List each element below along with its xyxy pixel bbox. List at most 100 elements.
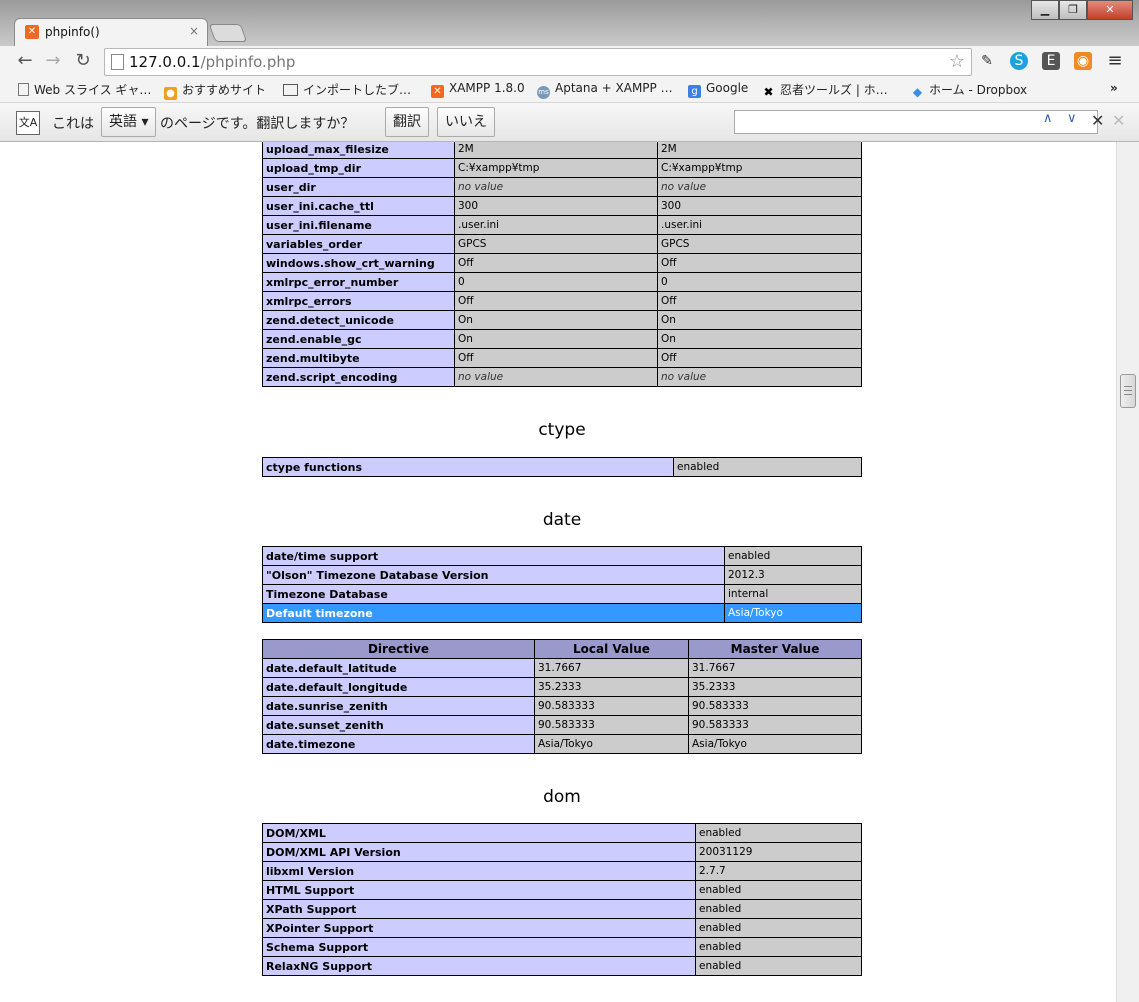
master-value: 0: [657, 272, 862, 292]
date-directives-table: Directive Local Value Master Value date.…: [262, 639, 862, 754]
title-bar: ✕ phpinfo() × ▁ ❐ ✕: [0, 0, 1139, 47]
master-value: .user.ini: [657, 215, 862, 235]
bookmark-item[interactable]: Web スライス ギャ…: [18, 81, 151, 98]
forward-button[interactable]: →: [42, 50, 64, 72]
directive-name: user_dir: [262, 177, 455, 197]
no-value-text: no value: [458, 371, 504, 383]
directive-name: variables_order: [262, 234, 455, 254]
bookmark-star-icon[interactable]: ☆: [949, 51, 965, 72]
rss-icon[interactable]: ◉: [1074, 52, 1092, 70]
bookmark-folder[interactable]: インポートしたブ…: [283, 81, 411, 98]
eyedropper-icon[interactable]: ✎: [978, 52, 996, 70]
setting-value: enabled: [695, 899, 862, 919]
directive-name: user_ini.cache_ttl: [262, 196, 455, 216]
scrollbar-thumb[interactable]: [1120, 374, 1136, 408]
table-row: XPath Support enabled: [262, 899, 862, 919]
table-row: ctype functions enabled: [262, 457, 862, 477]
address-bar[interactable]: 127.0.0.1/phpinfo.php ☆: [104, 48, 972, 76]
skype-icon[interactable]: S: [1010, 52, 1028, 70]
new-tab-button[interactable]: [208, 24, 248, 42]
table-row: libxml Version 2.7.7: [262, 861, 862, 881]
dom-table: DOM/XML enabled DOM/XML API Version 2003112…: [262, 823, 862, 976]
bookmark-item[interactable]: ◆ ホーム - Dropbox: [911, 81, 1027, 99]
find-previous-icon[interactable]: ∧: [1043, 111, 1053, 126]
setting-value: enabled: [673, 457, 862, 477]
page-icon: [111, 54, 124, 70]
setting-name: XPointer Support: [262, 918, 696, 938]
bookmark-item[interactable]: ms Aptana + XAMPP …: [537, 81, 673, 99]
setting-name: DOM/XML API Version: [262, 842, 696, 862]
table-row: date.timezone Asia/Tokyo Asia/Tokyo: [262, 734, 862, 754]
table-row: "Olson" Timezone Database Version 2012.3: [262, 565, 862, 585]
window-controls: ▁ ❐ ✕: [1031, 0, 1133, 20]
setting-value: enabled: [695, 918, 862, 938]
bookmark-item[interactable]: ● おすすめサイト: [164, 81, 266, 100]
xampp-favicon-icon: ✕: [25, 25, 39, 39]
bookmark-item[interactable]: ✕ XAMPP 1.8.0: [431, 81, 525, 98]
table-row: user_ini.filename .user.ini .user.ini: [262, 215, 862, 235]
table-row: zend.detect_unicode On On: [262, 310, 862, 330]
browser-toolbar: ← → ↻ 127.0.0.1/phpinfo.php ☆ ✎ S E ◉ ≡: [0, 46, 1139, 76]
bookmarks-overflow-icon[interactable]: »: [1110, 81, 1118, 95]
setting-value: 2012.3: [724, 565, 862, 585]
find-close-icon[interactable]: ✕: [1091, 111, 1104, 130]
master-value: Asia/Tokyo: [688, 734, 862, 754]
close-window-button[interactable]: ✕: [1087, 0, 1133, 20]
maximize-button[interactable]: ❐: [1059, 0, 1087, 20]
setting-name: libxml Version: [262, 861, 696, 881]
local-value: Off: [454, 291, 658, 311]
local-value: 0: [454, 272, 658, 292]
bookmark-item[interactable]: ✖ 忍者ツールズ | ホ…: [762, 81, 887, 99]
setting-name: XPath Support: [262, 899, 696, 919]
dropbox-icon: ◆: [912, 85, 923, 99]
local-value: Off: [454, 348, 658, 368]
setting-name: Timezone Database: [262, 584, 725, 604]
directive-name: date.default_latitude: [262, 658, 535, 678]
directive-name: upload_tmp_dir: [262, 158, 455, 178]
minimize-button[interactable]: ▁: [1031, 0, 1059, 20]
table-row: upload_max_filesize 2M 2M: [262, 142, 862, 159]
page-icon: [18, 83, 29, 96]
local-value: GPCS: [454, 234, 658, 254]
master-value: C:¥xampp¥tmp: [657, 158, 862, 178]
column-header: Local Value: [534, 639, 689, 659]
language-select[interactable]: 英語 ▾: [101, 107, 157, 137]
ms-icon: ms: [537, 86, 550, 99]
local-value: Off: [454, 253, 658, 273]
bookmark-item[interactable]: g Google: [688, 81, 748, 98]
local-value: 2M: [454, 142, 658, 159]
setting-name: RelaxNG Support: [262, 956, 696, 976]
evernote-icon[interactable]: E: [1042, 52, 1060, 70]
table-row: XPointer Support enabled: [262, 918, 862, 938]
setting-value: internal: [724, 584, 862, 604]
table-row: zend.enable_gc On On: [262, 329, 862, 349]
menu-icon[interactable]: ≡: [1106, 52, 1124, 70]
master-value: 300: [657, 196, 862, 216]
reload-button[interactable]: ↻: [72, 50, 94, 72]
tab-phpinfo[interactable]: ✕ phpinfo() ×: [14, 18, 208, 47]
tab-close-icon[interactable]: ×: [189, 24, 199, 38]
vertical-scrollbar[interactable]: [1116, 142, 1139, 1002]
setting-name: Default timezone: [262, 603, 725, 623]
table-row: variables_order GPCS GPCS: [262, 234, 862, 254]
table-row: DOM/XML API Version 20031129: [262, 842, 862, 862]
translate-button[interactable]: 翻訳: [385, 107, 429, 137]
local-value: 35.2333: [534, 677, 689, 697]
setting-value: enabled: [695, 956, 862, 976]
table-row: date.default_latitude 31.7667 31.7667: [262, 658, 862, 678]
directive-name: user_ini.filename: [262, 215, 455, 235]
setting-value: enabled: [695, 823, 862, 843]
directive-name: xmlrpc_errors: [262, 291, 455, 311]
translate-prefix: これは: [52, 116, 94, 132]
local-value: Asia/Tokyo: [534, 734, 689, 754]
master-value: 90.583333: [688, 696, 862, 716]
decline-translate-button[interactable]: いいえ: [437, 107, 495, 137]
dropdown-arrow-icon: ▾: [141, 114, 149, 130]
translate-close-icon[interactable]: ✕: [1112, 111, 1125, 130]
local-value: .user.ini: [454, 215, 658, 235]
back-button[interactable]: ←: [14, 50, 36, 72]
setting-value: Asia/Tokyo: [724, 603, 862, 623]
table-row: upload_tmp_dir C:¥xampp¥tmp C:¥xampp¥tmp: [262, 158, 862, 178]
google-icon: g: [688, 85, 701, 98]
find-next-icon[interactable]: ∨: [1067, 111, 1077, 126]
